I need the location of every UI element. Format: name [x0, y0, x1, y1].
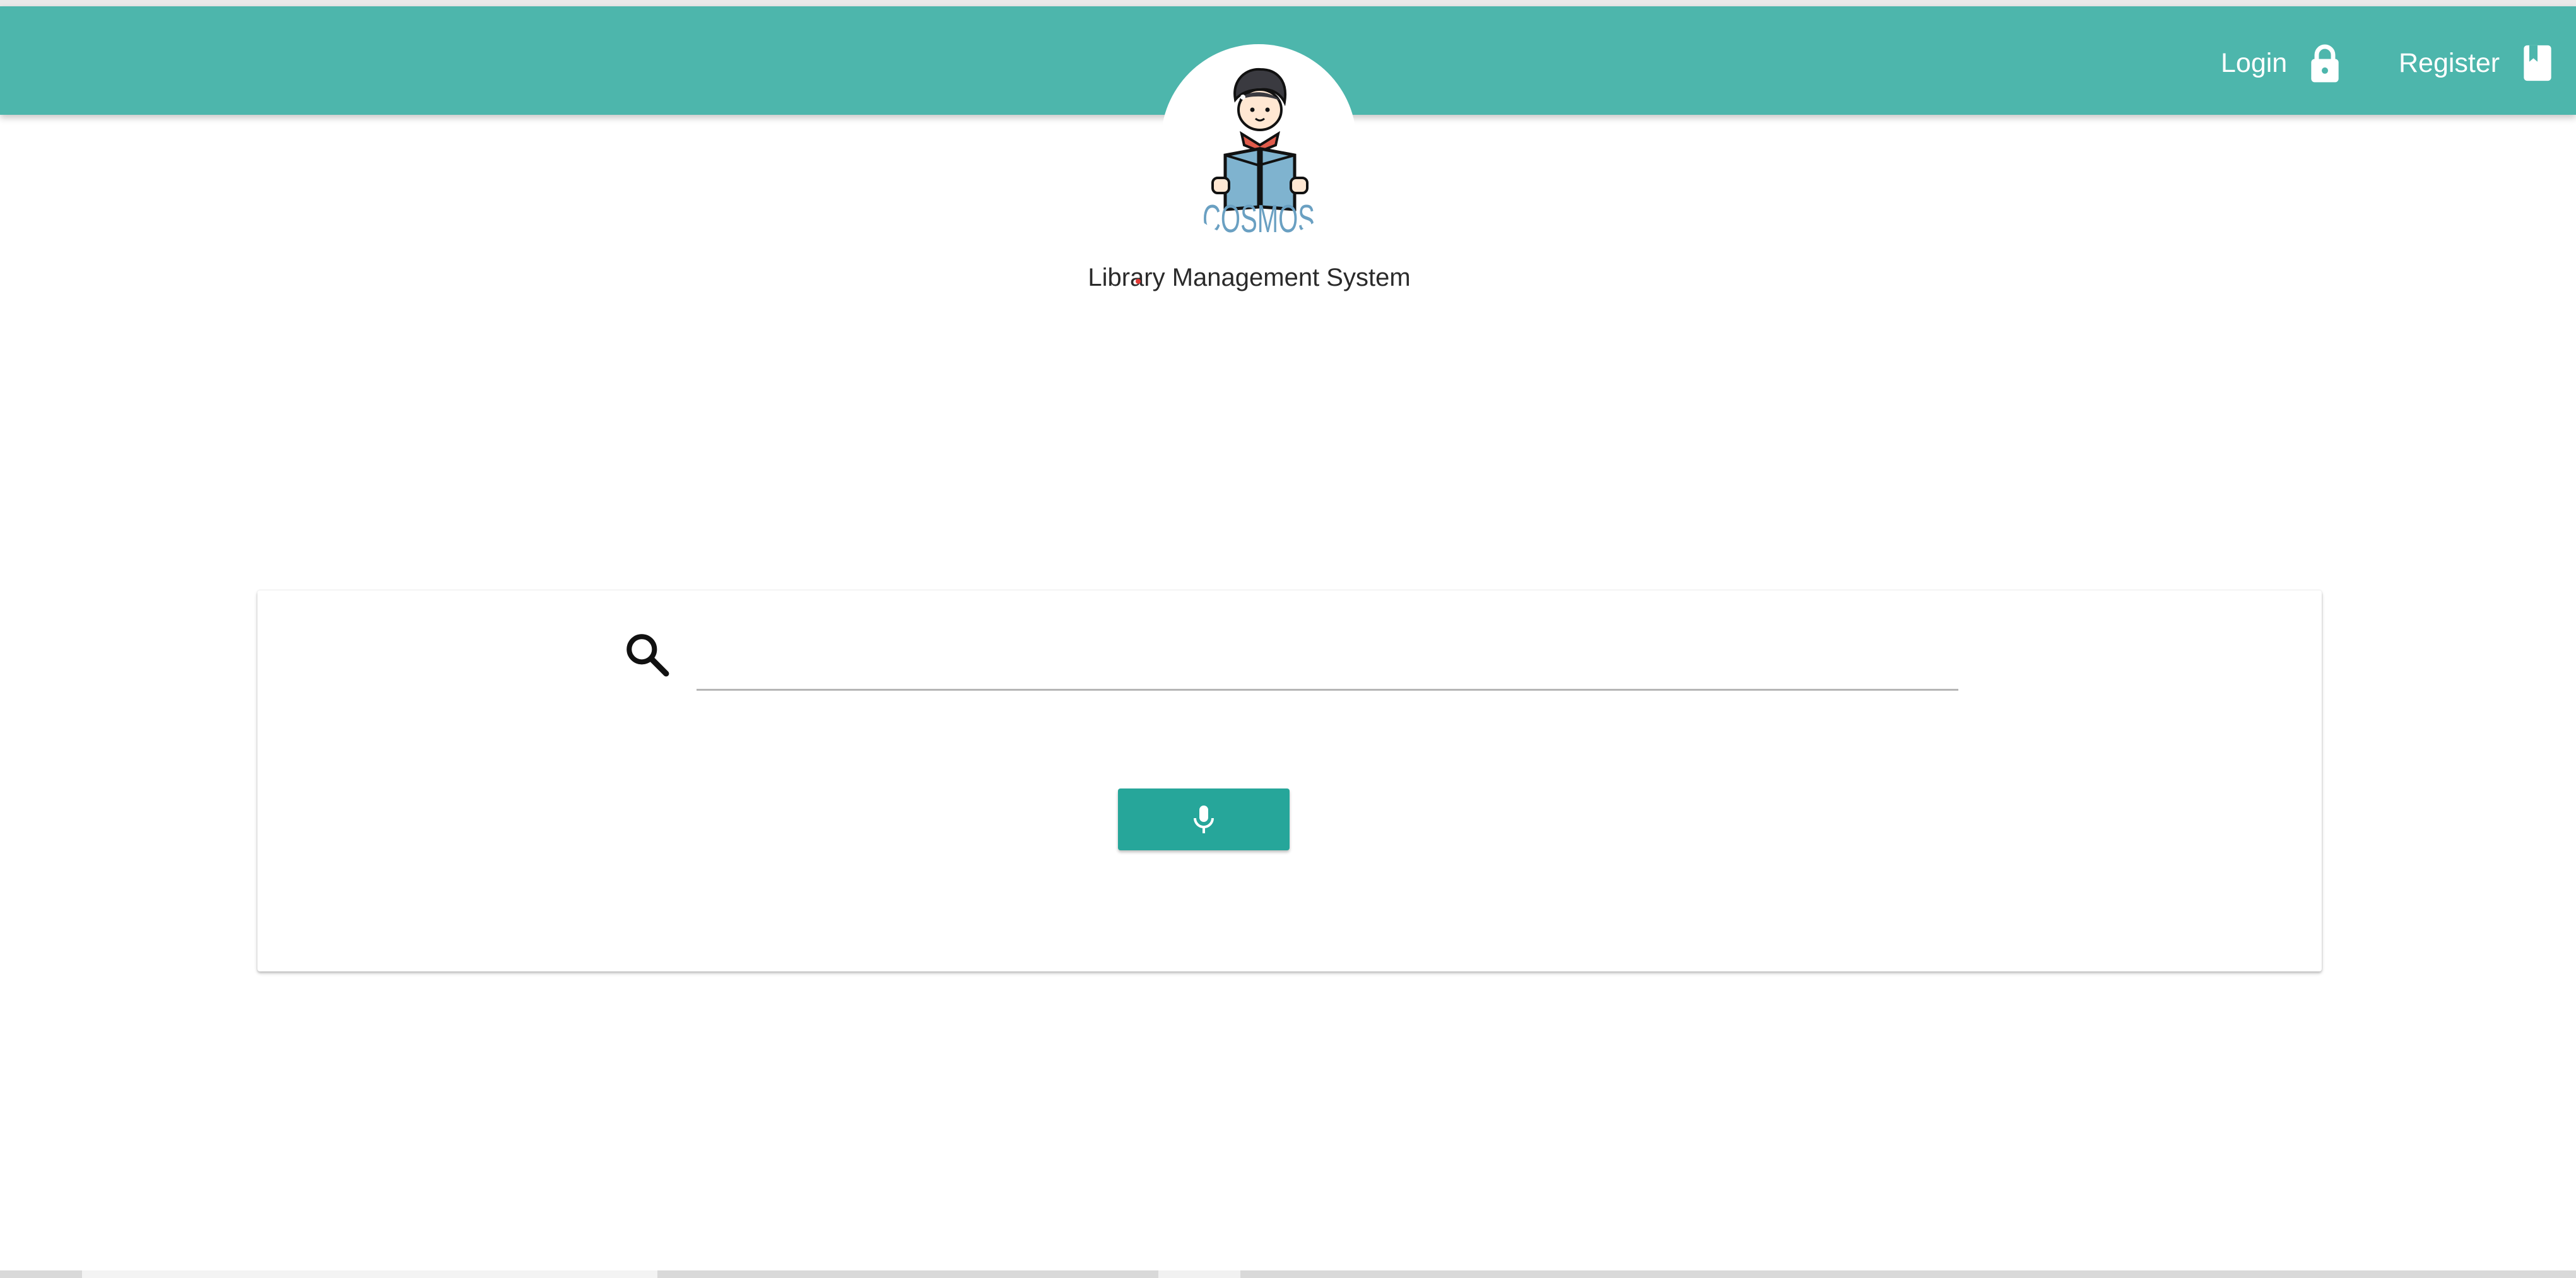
- logo-text: COSMOS: [1203, 197, 1315, 240]
- cosmos-logo: COSMOS: [1161, 44, 1356, 240]
- taskbar-tab: [82, 1270, 657, 1278]
- search-input[interactable]: [697, 628, 1958, 691]
- lock-icon: [2308, 44, 2341, 83]
- page-subtitle: Library Management System: [1088, 264, 1411, 291]
- register-label: Register: [2399, 47, 2500, 78]
- reading-boy-logo: COSMOS: [1203, 67, 1315, 240]
- search-card: [257, 590, 2322, 971]
- login-link[interactable]: Login: [2221, 41, 2341, 85]
- taskbar-tab: [1158, 1270, 1240, 1278]
- cursor-dot: [1136, 279, 1141, 284]
- search-icon[interactable]: [623, 631, 670, 677]
- page: Login Register COSMOS Library Management…: [0, 0, 2576, 1278]
- browser-top-strip: [0, 0, 2576, 6]
- login-label: Login: [2221, 47, 2288, 78]
- register-link[interactable]: Register: [2399, 41, 2554, 85]
- voice-search-button[interactable]: [1118, 788, 1290, 850]
- microphone-icon: [1194, 806, 1214, 833]
- book-icon: [2521, 44, 2554, 83]
